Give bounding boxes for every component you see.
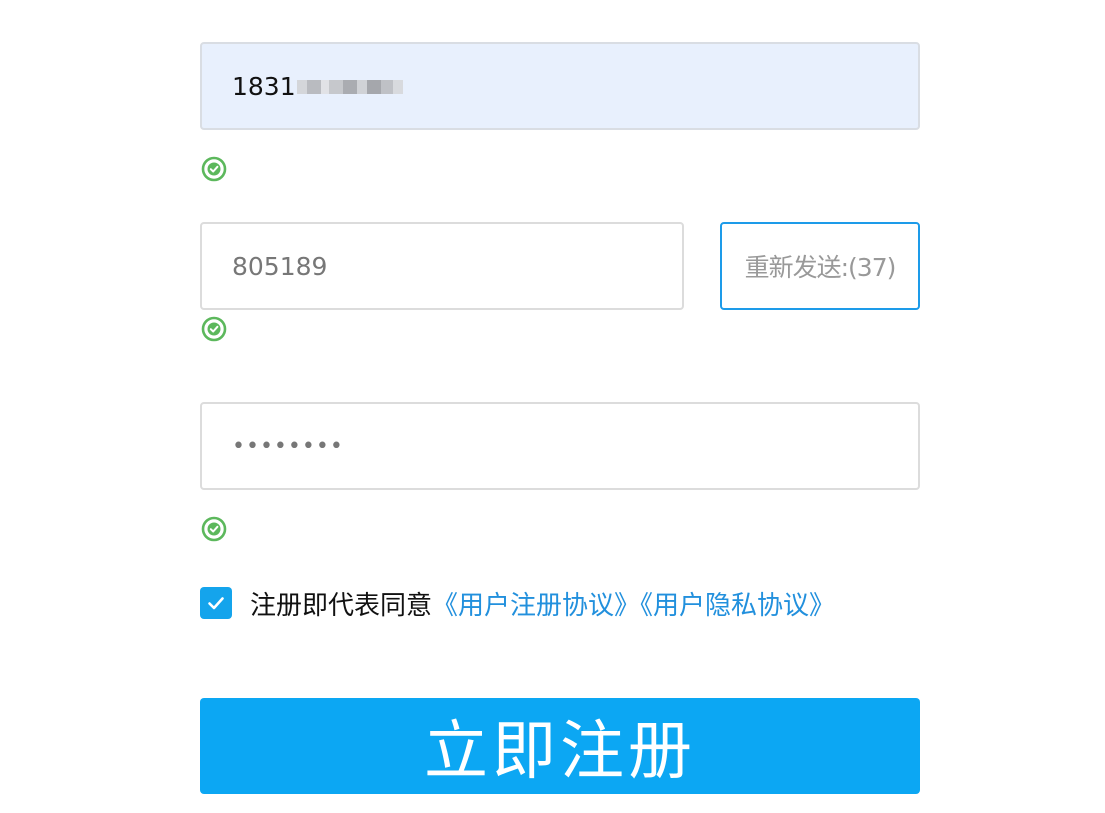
phone-valid-check-circle-icon	[201, 156, 227, 182]
privacy-policy-link[interactable]: 《用户隐私协议》	[640, 591, 835, 621]
register-button[interactable]: 立即注册	[200, 698, 920, 794]
code-valid-check-circle-icon	[201, 316, 227, 342]
verification-code-input[interactable]	[202, 224, 682, 308]
agreement-checkbox[interactable]	[200, 587, 232, 619]
resend-code-button[interactable]: 重新发送:(37)	[720, 222, 920, 310]
agreement-text: 注册即代表同意《用户注册协议》《用户隐私协议》	[250, 585, 835, 622]
verification-code-field[interactable]	[200, 222, 684, 310]
checkmark-icon	[208, 597, 224, 610]
agreement-row: 注册即代表同意《用户注册协议》《用户隐私协议》	[200, 585, 835, 622]
password-field[interactable]	[200, 402, 920, 490]
password-valid-check-circle-icon	[201, 516, 227, 542]
user-agreement-link[interactable]: 《用户注册协议》	[432, 591, 640, 621]
agreement-prefix: 注册即代表同意	[250, 590, 433, 621]
password-input[interactable]	[202, 404, 918, 488]
register-form: 重新发送:(37) 注册即代表同意《用户注册协议》《用户隐私协议》 立即注册	[0, 0, 1105, 813]
phone-masked-digits	[297, 77, 403, 97]
